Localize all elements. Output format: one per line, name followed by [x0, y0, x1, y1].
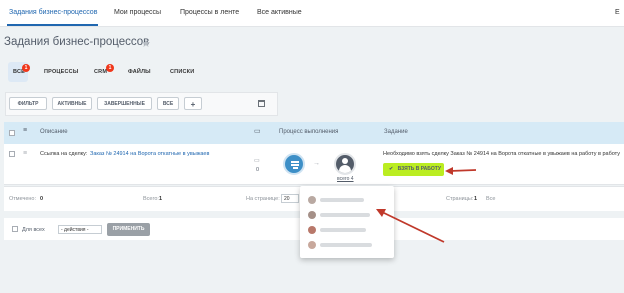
all-filter-button[interactable]: ВСЕ [157, 97, 179, 110]
take-to-work-button[interactable]: ✔ ВЗЯТЬ В РАБОТУ [383, 163, 444, 176]
tab-processes[interactable]: ПРОЦЕССЫ [44, 69, 78, 75]
marked-value: 0 [40, 196, 44, 202]
nav-tab-all-active[interactable]: Все активные [257, 9, 302, 16]
active-tab-underline [7, 24, 98, 26]
for-all-checkbox[interactable] [12, 226, 18, 232]
task-description: Необходимо взять сделку Заказ № 24914 на… [383, 151, 621, 157]
tab-files[interactable]: ФАЙЛЫ [128, 69, 151, 75]
pages-value[interactable]: 1 [474, 196, 477, 202]
arrow-annotation-icon [445, 167, 477, 175]
avatar [308, 211, 316, 219]
calendar-icon[interactable] [258, 100, 265, 107]
select-all-checkbox[interactable] [9, 130, 15, 136]
comment-icon: ▭ [254, 128, 261, 135]
pages-all-link[interactable]: Все [486, 196, 495, 202]
nav-tab-bp-tasks[interactable]: Задания бизнес-процессов [9, 9, 97, 16]
check-icon: ✔ [389, 166, 394, 172]
active-filter-button[interactable]: АКТИВНЫЕ [52, 97, 92, 110]
nav-more[interactable]: Е [615, 9, 620, 16]
participant-name [320, 228, 366, 232]
nav-tab-feed-processes[interactable]: Процессы в ленте [180, 9, 239, 16]
filter-button[interactable]: ФИЛЬТР [9, 97, 47, 110]
tab-lists[interactable]: СПИСКИ [170, 69, 194, 75]
avatar [308, 241, 316, 249]
action-select[interactable]: - действия - [58, 225, 102, 234]
add-filter-button[interactable]: + [184, 97, 202, 110]
workflow-status-icon[interactable] [283, 153, 305, 175]
pages-label: Страницы: [446, 196, 474, 202]
marked-label: Отмечено: [9, 196, 37, 202]
top-navigation: Задания бизнес-процессов Мои процессы Пр… [0, 0, 624, 27]
avatar [308, 226, 316, 234]
participant-name [320, 243, 372, 247]
row-link-prefix: Ссылка на сделку: [40, 151, 88, 157]
comment-count: 0 [256, 167, 260, 173]
star-icon[interactable]: ★ [141, 37, 151, 50]
menu-icon[interactable]: ≡ [23, 127, 27, 134]
total-label: Всего: [143, 196, 159, 202]
arrow-right-icon: → [313, 160, 320, 167]
participants-total[interactable]: всего 4 [337, 176, 354, 182]
tab-crm-counter: 1 [106, 64, 114, 72]
per-page-select[interactable]: 20 [281, 194, 299, 203]
apply-button[interactable]: ПРИМЕНИТЬ [107, 223, 150, 236]
column-progress: Процесс выполнения [279, 129, 339, 135]
for-all-label: Для всех [22, 227, 45, 233]
arrow-annotation-icon [376, 209, 445, 243]
participant-name [320, 213, 370, 217]
page-title: Задания бизнес-процессов [4, 36, 150, 48]
tab-crm[interactable]: CRM [94, 69, 107, 75]
avatar[interactable] [334, 153, 356, 175]
completed-filter-button[interactable]: ЗАВЕРШЕННЫЕ [97, 97, 152, 110]
row-checkbox[interactable] [9, 151, 15, 157]
nav-tab-my-processes[interactable]: Мои процессы [114, 9, 161, 16]
deal-link[interactable]: Заказ № 24914 на Ворота откатные в увыжа… [90, 151, 209, 157]
participant-name [320, 198, 364, 202]
avatar [308, 196, 316, 204]
per-page-label: На странице: [246, 196, 280, 202]
comment-icon: ▭ [254, 158, 260, 164]
total-value: 1 [159, 196, 163, 202]
column-description[interactable]: Описание [40, 129, 68, 135]
column-task: Задание [384, 129, 408, 135]
take-button-label: ВЗЯТЬ В РАБОТУ [397, 166, 441, 172]
row-menu-icon[interactable]: ≡ [23, 150, 27, 157]
tab-all-counter: 1 [22, 64, 30, 72]
